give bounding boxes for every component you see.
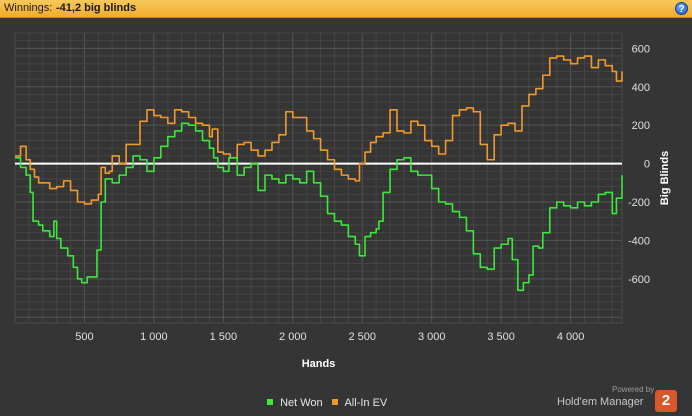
winnings-value: -41,2 big blinds [56,2,137,14]
hem-logo-icon: 2 [655,390,677,412]
winnings-label: Winnings: [4,2,53,14]
y-tick-label: 200 [632,120,650,132]
y-tick-label: 600 [632,43,650,55]
winnings-chart: 500 1 000 1 500 2 000 2 500 3 000 3 500 4 000 60… [14,32,671,370]
y-axis-title: Big Blinds [659,151,671,205]
y-tick-label: -600 [628,274,650,286]
legend-all-in-ev: All-In EV [332,397,387,409]
legend-all-in-ev-label: All-In EV [344,397,388,409]
legend-net-won: Net Won [267,397,323,409]
x-tick-label: 4 000 [557,331,585,343]
x-axis-title: Hands [302,358,336,370]
help-icon[interactable]: ? [675,2,688,15]
x-tick-label: 3 500 [487,331,515,343]
y-tick-label: -200 [628,197,650,209]
x-tick-label: 3 000 [418,331,446,343]
x-tick-label: 500 [75,331,93,343]
winnings-header: Winnings: -41,2 big blinds ? [0,0,692,18]
brand-name: Hold'em Manager [557,396,644,408]
powered-by-label: Powered by [612,385,655,394]
y-tick-label: -400 [628,235,650,247]
y-tick-label: 0 [644,159,650,171]
legend-net-won-label: Net Won [280,397,323,409]
x-tick-label: 2 500 [348,331,376,343]
plot-area [14,32,623,324]
x-tick-label: 1 000 [140,331,168,343]
x-tick-label: 2 000 [279,331,307,343]
legend-all-in-ev-swatch [332,399,338,405]
y-tick-label: 400 [632,82,650,94]
x-tick-label: 1 500 [210,331,238,343]
legend-net-won-swatch [267,399,273,405]
